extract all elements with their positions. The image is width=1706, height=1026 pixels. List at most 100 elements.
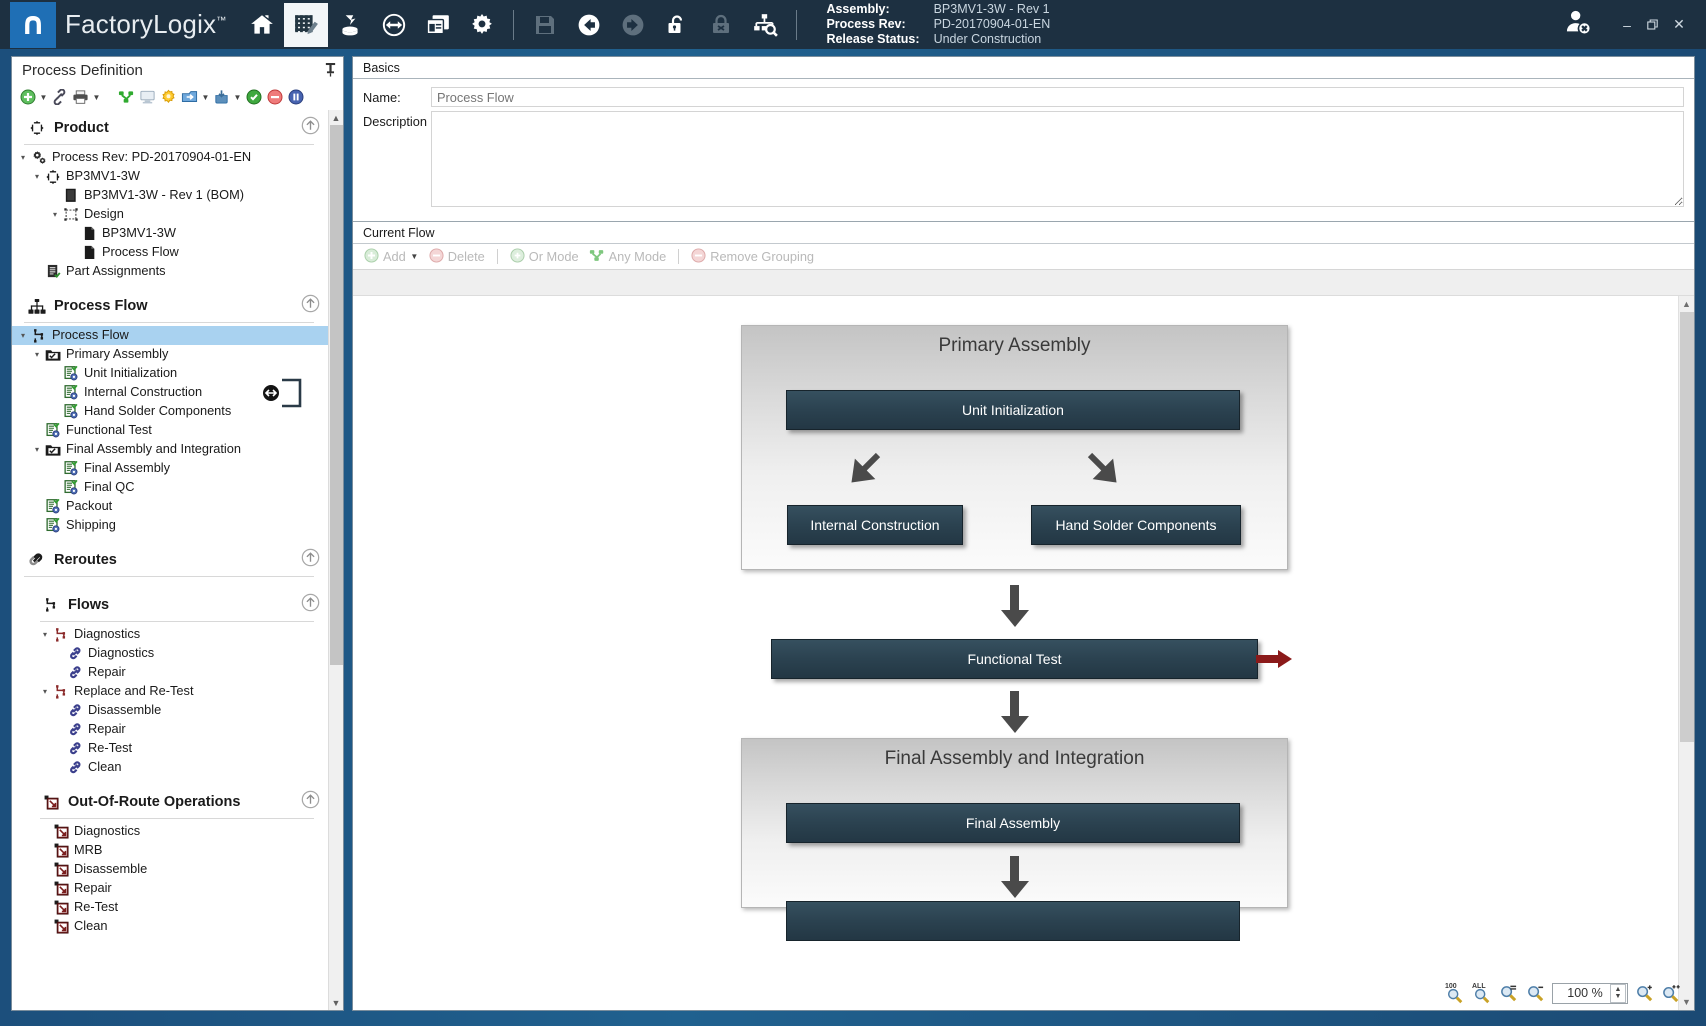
tree-item-shipping[interactable]: ▾Shipping [12,516,328,535]
tree-item-diagnostics[interactable]: ▾Diagnostics [34,822,328,841]
tree-item-diagnostics[interactable]: ▾Diagnostics [34,625,328,644]
add-dropdown-chevron-down-icon[interactable]: ▼ [39,93,48,102]
operation-functional-test[interactable]: Functional Test [771,639,1258,679]
printer-icon[interactable] [71,88,90,107]
section-header-out-of-route-operations[interactable]: Out-Of-Route Operations [12,784,328,818]
delete-button[interactable]: Delete [426,247,488,266]
tree-item-repair[interactable]: ▾Repair [34,720,328,739]
tree-item-repair[interactable]: ▾Repair [34,663,328,682]
expander-expanded-icon[interactable]: ▾ [48,210,62,219]
import-dropdown-chevron-down-icon[interactable]: ▼ [233,93,242,102]
export-dropdown-chevron-down-icon[interactable]: ▼ [201,93,210,102]
collapse-up-icon[interactable] [301,548,320,572]
tree-item-process-flow[interactable]: ▾Process Flow [12,326,328,345]
tree-item-final-assembly-and-integration[interactable]: ▾ Final Assembly and Integration [12,440,328,459]
zoom-in-icon[interactable] [1634,983,1655,1004]
tree-item-mrb[interactable]: ▾MRB [34,841,328,860]
release-green-icon[interactable] [244,88,263,107]
operation-next-partial[interactable] [786,901,1240,941]
flow-canvas[interactable]: Primary Assembly Unit Initialization Int… [353,296,1678,1010]
pin-icon[interactable] [324,62,337,80]
collapse-up-icon[interactable] [301,294,320,318]
tree-item-functional-test[interactable]: ▾Functional Test [12,421,328,440]
yellow-gear-icon[interactable] [159,88,178,107]
close-button[interactable]: ✕ [1666,12,1692,38]
canvas-scroll-thumb[interactable] [1679,312,1694,742]
expander-expanded-icon[interactable]: ▾ [30,350,44,359]
any-mode-button[interactable]: Any Mode [586,248,670,266]
tree-item-clean[interactable]: ▾Clean [34,917,328,936]
unlock-icon[interactable] [655,3,699,47]
expander-expanded-icon[interactable]: ▾ [16,153,30,162]
gear-icon[interactable] [460,3,504,47]
add-button[interactable]: Add ▼ [361,247,422,266]
print-dropdown-chevron-down-icon[interactable]: ▼ [92,93,101,102]
lock-x-icon[interactable] [699,3,743,47]
monitor-icon[interactable] [138,88,157,107]
tree-item-bp3mv1-3w[interactable]: ▾BP3MV1-3W [12,224,328,243]
section-header-process-flow[interactable]: Process Flow [12,288,328,322]
process-green-icon[interactable] [117,88,136,107]
name-input[interactable] [431,87,1684,107]
or-mode-button[interactable]: Or Mode [507,247,582,266]
tree-item-hand-solder-components[interactable]: ▾Hand Solder Components [12,402,328,421]
tree-item-disassemble[interactable]: ▾Disassemble [34,860,328,879]
expander-expanded-icon[interactable]: ▾ [38,687,52,696]
grid-edit-icon[interactable] [284,2,329,47]
spinner-up-arrow-icon[interactable]: ▲ [1615,986,1622,993]
zoom-out-icon[interactable] [1525,983,1546,1004]
tree-item-repair[interactable]: ▾Repair [34,879,328,898]
description-textarea[interactable] [431,111,1684,207]
tree-item-re-test[interactable]: ▾Re-Test [34,898,328,917]
tree-item-disassemble[interactable]: ▾Disassemble [34,701,328,720]
tree-item-internal-construction[interactable]: ▾Internal Construction [12,378,328,408]
inspect-icon[interactable] [743,3,787,47]
collapse-up-icon[interactable] [301,790,320,814]
canvas-scrollbar[interactable]: ▲ ▼ [1678,296,1694,1010]
operation-unit-initialization[interactable]: Unit Initialization [786,390,1240,430]
user-logout-icon[interactable] [1564,8,1592,41]
operation-final-assembly[interactable]: Final Assembly [786,803,1240,843]
spinner-down-arrow-icon[interactable]: ▼ [1615,993,1622,1000]
left-panel-scrollbar[interactable]: ▲ ▼ [328,110,343,1010]
zoom-spinner-arrows[interactable]: ▲ ▼ [1610,983,1626,1003]
tree-item-process-flow[interactable]: ▾Process Flow [12,243,328,262]
save-icon[interactable] [523,3,567,47]
tree-item-part-assignments[interactable]: ▾Part Assignments [12,262,328,281]
process-definition-tree[interactable]: Product ▾ Process Rev: PD-20170904-01-EN ▾ B… [12,110,328,1010]
tree-item-replace-and-re-test[interactable]: ▾ Replace and Re-Test [34,682,328,701]
tree-item-final-qc[interactable]: ▾Final QC [12,478,328,497]
zoom-out-much-icon[interactable] [1498,983,1519,1004]
windows-icon[interactable] [416,3,460,47]
database-import-icon[interactable] [328,3,372,47]
expander-expanded-icon[interactable]: ▾ [30,172,44,181]
home-icon[interactable] [240,3,284,47]
stop-red-icon[interactable] [265,88,284,107]
tree-item-process-rev-pd-20170904-01-en[interactable]: ▾ Process Rev: PD-20170904-01-EN [12,148,328,167]
section-header-flows[interactable]: Flows [12,587,328,621]
add-green-icon[interactable] [18,88,37,107]
tree-item-final-assembly[interactable]: ▾Final Assembly [12,459,328,478]
zoom-100-icon[interactable]: 100 [1444,983,1465,1004]
import-icon[interactable] [212,88,231,107]
zoom-all-icon[interactable]: ALL [1471,983,1492,1004]
zoom-level-spinner[interactable]: 100 % ▲ ▼ [1552,982,1628,1004]
back-icon[interactable] [567,3,611,47]
remove-grouping-button[interactable]: Remove Grouping [688,247,817,266]
scroll-thumb[interactable] [329,125,343,665]
expander-expanded-icon[interactable]: ▾ [38,630,52,639]
section-header-reroutes[interactable]: Reroutes [12,542,328,576]
tree-item-bp3mv1-3w-rev-1-bom-[interactable]: ▾BP3MV1-3W - Rev 1 (BOM) [12,186,328,205]
export-icon[interactable] [180,88,199,107]
add-chevron-down-icon[interactable]: ▼ [410,252,419,261]
tree-item-re-test[interactable]: ▾Re-Test [34,739,328,758]
pause-blue-icon[interactable] [286,88,305,107]
operation-hand-solder-components[interactable]: Hand Solder Components [1031,505,1241,545]
transfer-icon[interactable] [372,3,416,47]
collapse-up-icon[interactable] [301,116,320,140]
canvas-scroll-down-arrow-icon[interactable]: ▼ [1682,994,1691,1010]
scroll-down-arrow-icon[interactable]: ▼ [332,995,341,1010]
section-header-product[interactable]: Product [12,110,328,144]
minimize-button[interactable]: – [1614,12,1640,38]
forward-icon[interactable] [611,3,655,47]
